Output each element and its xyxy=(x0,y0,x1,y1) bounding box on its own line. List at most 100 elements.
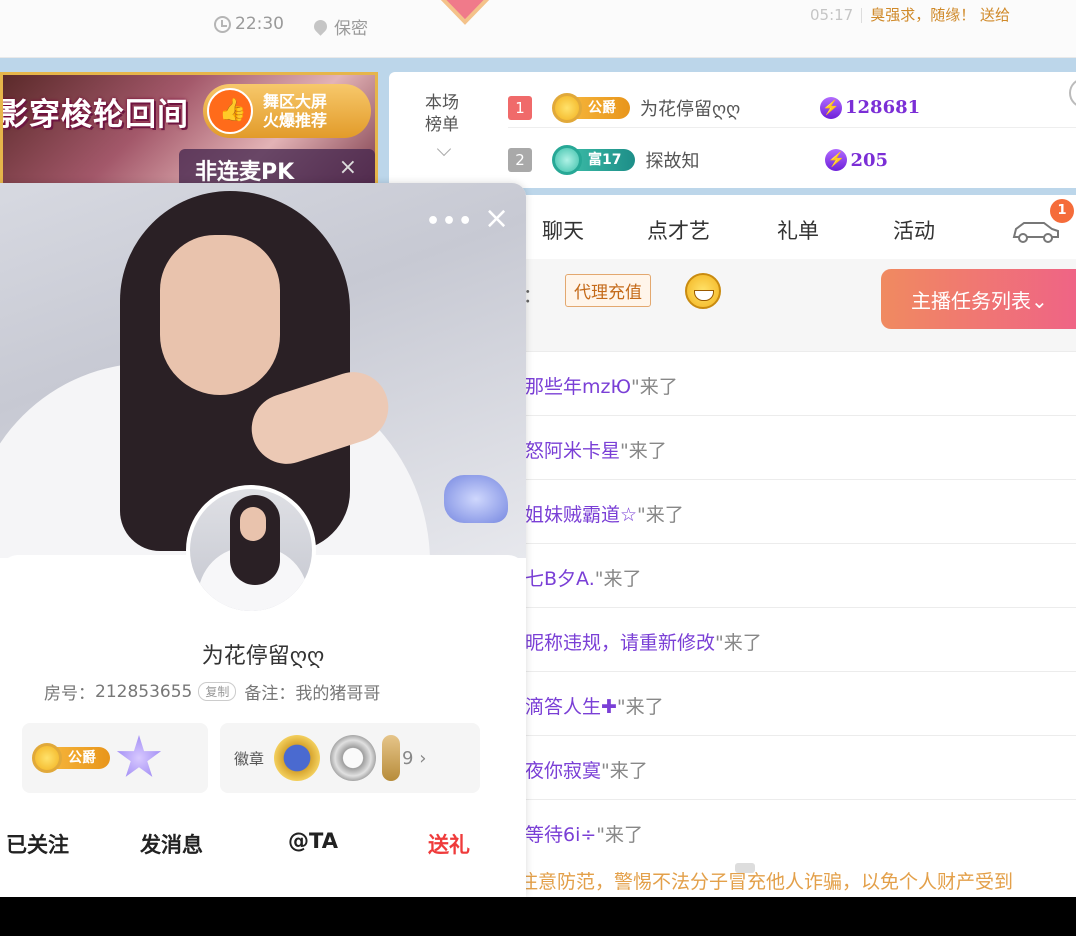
recommend-line1: 舞区大屏 xyxy=(263,92,328,111)
message-user[interactable]: 那些年mzЮ xyxy=(525,376,631,398)
grin-emoji-icon[interactable] xyxy=(685,273,721,309)
copy-button[interactable]: 复制 xyxy=(198,682,237,701)
list-item: 夜你寂寞"来了 xyxy=(505,735,1076,799)
ranking-row[interactable]: 1 公爵 为花停留ღღ ⚡ 128681 xyxy=(508,88,1076,128)
ranking-label-line1: 本场 xyxy=(425,93,459,113)
room-top-bar: 22:30 保密 05:17 臭强求，随缘！ 送给 xyxy=(0,0,1076,58)
live-time-text: 22:30 xyxy=(235,14,284,34)
thumbs-up-icon xyxy=(207,88,253,134)
notice-time: 05:17 xyxy=(810,6,854,24)
remark-text: 备注：我的猪哥哥 xyxy=(244,684,381,704)
location-pin-icon xyxy=(311,17,330,36)
rank-score: ⚡ 205 xyxy=(825,149,888,171)
list-item: 滴答人生✚"来了 xyxy=(505,671,1076,735)
list-item: 等待6i÷"来了 xyxy=(505,799,1076,863)
ranking-row[interactable]: 2 富17 探故知 ⚡ 205 xyxy=(508,142,1076,178)
list-item: 怒阿米卡星"来了 xyxy=(505,415,1076,479)
mention-button[interactable]: @TA xyxy=(288,829,338,853)
list-item: 姐妹贼霸道☆"来了 xyxy=(505,479,1076,543)
safety-notice: 注意防范，警惕不法分子冒充他人诈骗，以免个人财产受到 xyxy=(519,871,1014,893)
room-info: 房号： 212853655 复制 备注：我的猪哥哥 xyxy=(44,679,381,705)
message-user[interactable]: 滴答人生✚ xyxy=(525,696,617,718)
rank-number: 2 xyxy=(508,148,532,172)
bolt-icon: ⚡ xyxy=(820,96,842,119)
live-time: 22:30 xyxy=(214,14,284,34)
message-suffix: "来了 xyxy=(715,632,762,654)
promo-banner[interactable]: 影穿梭轮回间 舞区大屏 火爆推荐 非连麦PK × xyxy=(0,72,378,188)
rank-user-name[interactable]: 探故知 xyxy=(645,147,825,173)
agent-recharge-button[interactable]: 代理充值 xyxy=(565,274,651,307)
message-user[interactable]: 七B夕A. xyxy=(525,568,595,590)
car-count-badge: 1 xyxy=(1050,199,1074,223)
noble-level-box[interactable]: 公爵 xyxy=(22,723,208,793)
heart-icon[interactable] xyxy=(430,0,500,34)
wing-medal-icon xyxy=(382,735,401,781)
notice-message: 臭强求，随缘！ 送给 xyxy=(870,6,1011,24)
spiral-medal-icon xyxy=(330,735,377,781)
chat-message-list: 那些年mzЮ"来了 怒阿米卡星"来了 姐妹贼霸道☆"来了 七B夕A."来了 昵称… xyxy=(505,351,1076,863)
gem-icon xyxy=(552,145,582,175)
medal-count-value: 9 xyxy=(402,747,414,769)
message-user[interactable]: 等待6i÷ xyxy=(525,824,596,846)
recommend-badge[interactable]: 舞区大屏 火爆推荐 xyxy=(203,84,371,138)
level-badge: 公爵 xyxy=(552,92,630,123)
promo-title: 影穿梭轮回间 xyxy=(0,97,189,133)
message-suffix: "来了 xyxy=(637,504,684,526)
recommend-text: 舞区大屏 火爆推荐 xyxy=(263,92,327,130)
list-item: 那些年mzЮ"来了 xyxy=(505,351,1076,415)
medal-label: 徽章 xyxy=(234,749,265,768)
cover-figure xyxy=(160,235,280,395)
chevron-down-icon[interactable] xyxy=(436,141,452,157)
message-suffix: "来了 xyxy=(601,760,648,782)
rank-user-name[interactable]: 为花停留ღღ xyxy=(640,95,820,121)
medal-count[interactable]: 9 › xyxy=(402,748,426,769)
followed-button[interactable]: 已关注 xyxy=(6,829,69,859)
clock-icon xyxy=(214,15,231,33)
send-gift-button[interactable]: 送礼 xyxy=(428,829,470,859)
car-icon[interactable] xyxy=(1010,217,1062,243)
gem-icon xyxy=(552,92,582,123)
tab-talent[interactable]: 点才艺 xyxy=(647,215,710,245)
user-profile-card: ••• × 为花停留ღღ 房号： 212853655 复制 备注：我的猪哥哥 公… xyxy=(0,183,526,897)
rank-score-value: 128681 xyxy=(845,97,921,118)
room-number: 212853655 xyxy=(95,681,193,702)
chat-panel: 聊天 点才艺 礼单 活动 1 ： 代理充值 主播任务列表⌄ 那些年mzЮ"来了 … xyxy=(505,195,1076,897)
message-suffix: "来了 xyxy=(596,824,644,846)
ranking-label[interactable]: 本场 榜单 xyxy=(425,92,459,136)
location: 保密 xyxy=(311,14,368,39)
level-badge: 公爵 xyxy=(32,743,110,773)
rank-number: 1 xyxy=(508,95,532,120)
message-user[interactable]: 夜你寂寞 xyxy=(525,760,601,782)
rank-score-value: 205 xyxy=(850,149,889,171)
gem-icon xyxy=(32,743,62,773)
anchor-task-list-button[interactable]: 主播任务列表⌄ xyxy=(881,269,1076,329)
message-suffix: "来了 xyxy=(616,696,664,718)
message-user[interactable]: 怒阿米卡星 xyxy=(525,440,620,462)
message-user[interactable]: 昵称违规，请重新修改 xyxy=(525,632,715,654)
medal-box[interactable]: 徽章 9 › xyxy=(220,723,480,793)
scrolling-notice: 05:17 臭强求，随缘！ 送给 xyxy=(810,4,1010,25)
more-icon[interactable]: ••• xyxy=(426,209,474,234)
message-suffix: "来了 xyxy=(594,568,642,590)
tab-chat[interactable]: 聊天 xyxy=(542,215,584,245)
location-text: 保密 xyxy=(334,19,368,39)
live-room: 22:30 保密 05:17 臭强求，随缘！ 送给 影穿梭轮回间 舞区大屏 火爆推… xyxy=(0,0,1076,897)
close-icon[interactable]: × xyxy=(339,155,357,180)
message-user[interactable]: 姐妹贼霸道☆ xyxy=(525,504,637,526)
profile-nickname: 为花停留ღღ xyxy=(201,644,325,669)
rank-score: ⚡ 128681 xyxy=(820,96,921,119)
tab-gift-list[interactable]: 礼单 xyxy=(777,215,819,245)
recommend-line2: 火爆推荐 xyxy=(263,111,328,130)
avatar-figure xyxy=(240,507,266,541)
message-suffix: "来了 xyxy=(620,440,667,462)
star-badge-icon xyxy=(116,735,162,777)
tab-activity[interactable]: 活动 xyxy=(893,215,935,245)
close-icon[interactable]: × xyxy=(484,201,509,236)
vehicle-icon xyxy=(444,475,508,523)
chat-toolbar: ： 代理充值 主播任务列表⌄ xyxy=(505,259,1076,351)
send-message-button[interactable]: 发消息 xyxy=(140,829,203,859)
avatar[interactable] xyxy=(186,485,316,615)
list-item: 七B夕A."来了 xyxy=(505,543,1076,607)
pk-label: 非连麦PK xyxy=(195,160,295,185)
divider xyxy=(861,8,863,23)
